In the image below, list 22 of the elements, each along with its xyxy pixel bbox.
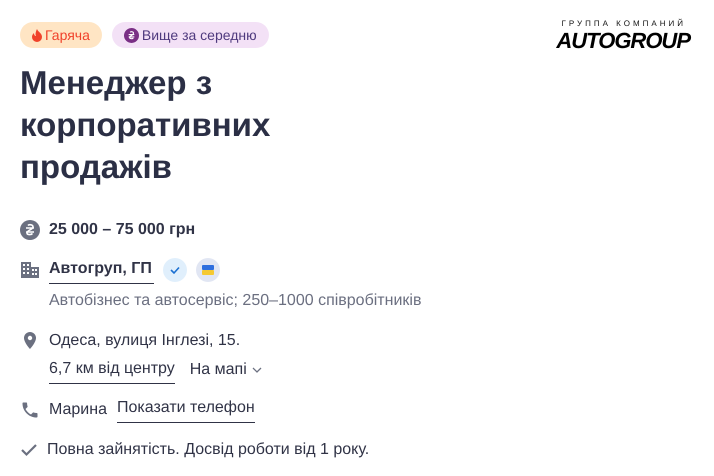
company-link[interactable]: Автогруп, ГП (49, 256, 154, 284)
distance-link[interactable]: 6,7 км від центру (49, 357, 175, 384)
company-logo: AUTOGROUP (556, 30, 690, 52)
contact-name: Марина (49, 400, 107, 420)
job-title: Менеджер з корпоративних продажів (20, 63, 272, 187)
map-toggle[interactable]: На мапі (190, 358, 262, 384)
company-description: Автобізнес та автосервіс; 250–1000 співробітників (49, 291, 422, 311)
logo-caption: ГРУППА КОМПАНИЙ (562, 20, 686, 28)
hot-badge: Гаряча (20, 22, 102, 48)
address: Одеса, вулиця Інглезі, 15. (49, 331, 242, 351)
salary: 25 000 – 75 000 грн (49, 220, 196, 240)
hryvnia-icon (20, 220, 40, 240)
flame-icon (32, 28, 42, 42)
show-phone-link[interactable]: Показати телефон (116, 396, 255, 423)
coin-icon (124, 28, 139, 42)
employment-conditions: Повна зайнятість. Досвід роботи від 1 року. (47, 440, 370, 460)
chevron-down-icon (252, 366, 262, 372)
above-average-badge: Вище за середню (112, 22, 269, 48)
phone-icon (20, 400, 40, 420)
flag-icon (196, 258, 220, 282)
building-icon (20, 260, 40, 280)
checkmark-icon (20, 443, 38, 457)
